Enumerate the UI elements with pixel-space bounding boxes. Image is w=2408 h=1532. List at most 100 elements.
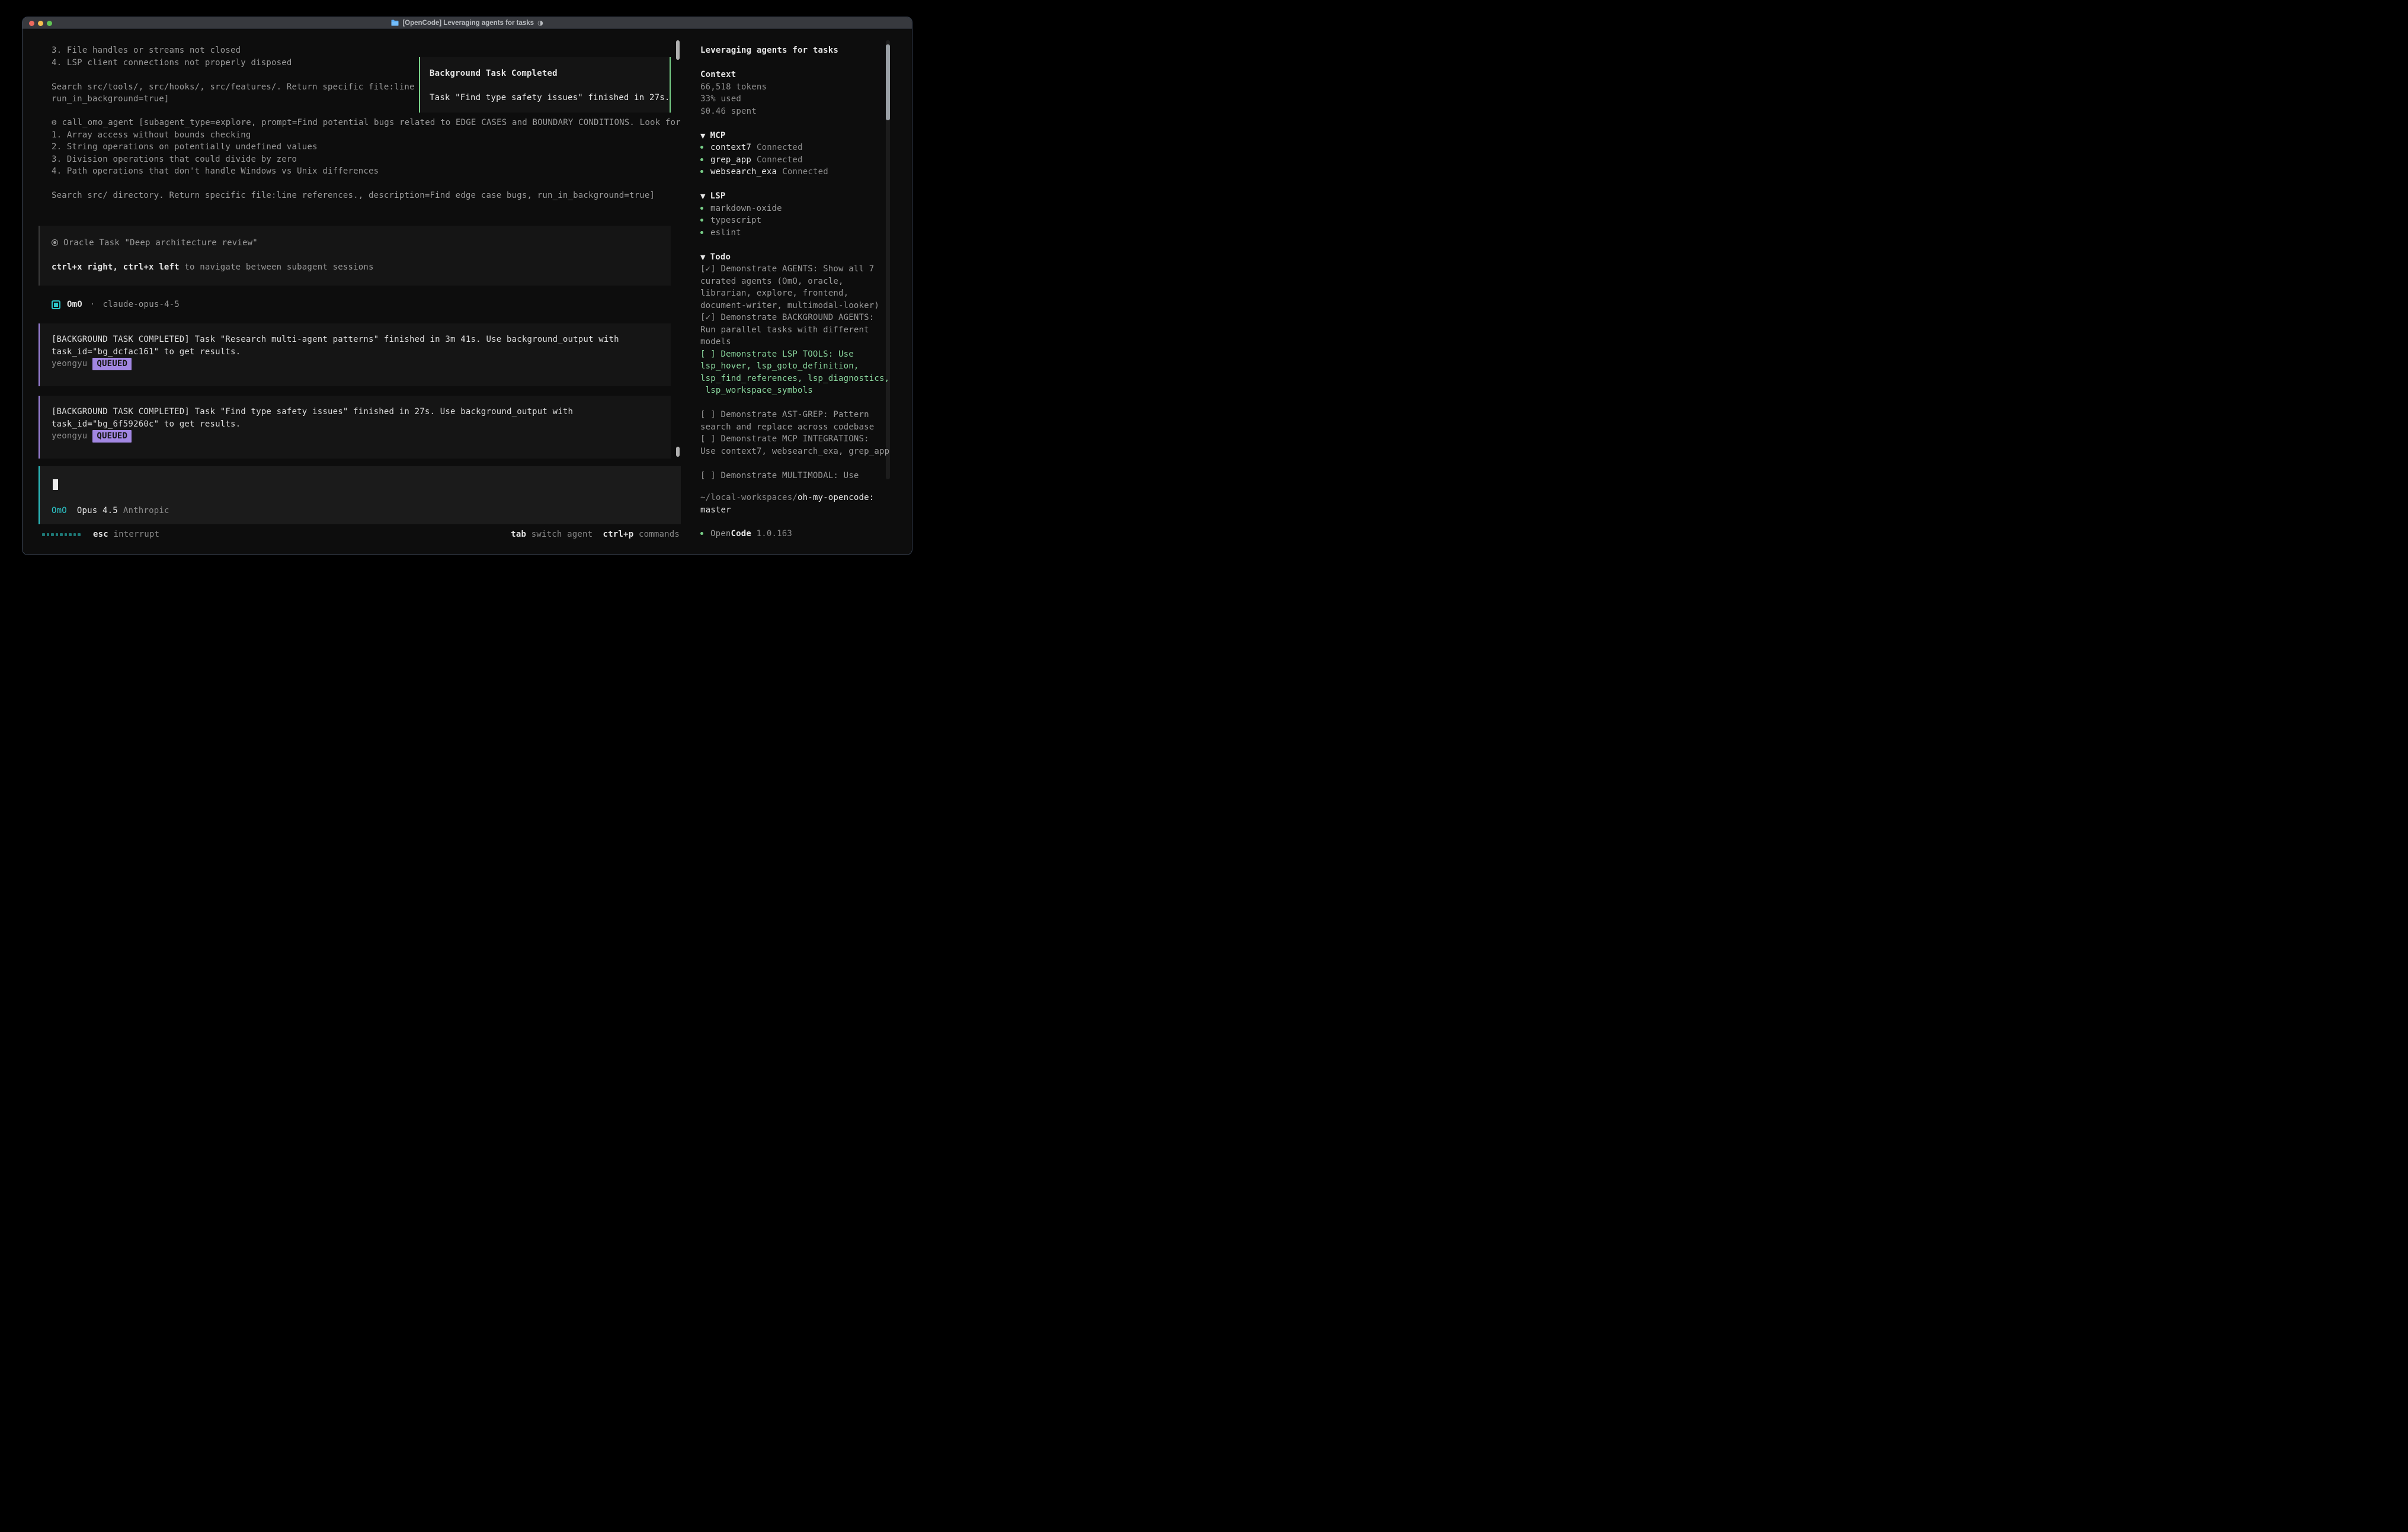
mcp-heading: MCP [710, 131, 726, 140]
oracle-hint-text: to navigate between subagent sessions [180, 262, 374, 272]
app-window: [OpenCode] Leveraging agents for tasks ◑… [22, 17, 912, 555]
lsp-item: markdown-oxide [700, 203, 897, 215]
message-line1: [BACKGROUND TASK COMPLETED] Task "Find t… [52, 406, 671, 418]
version-number: 1.0.163 [751, 529, 792, 539]
oracle-title: Oracle Task "Deep architecture review" [63, 238, 258, 248]
context-stats: 66,518 tokens33% used$0.46 spent [700, 81, 897, 118]
agent-name: OmO [67, 299, 82, 311]
shortcut-esc: esc interrupt [93, 528, 159, 541]
toast-title: Background Task Completed [430, 68, 661, 80]
terminal-content: 3. File handles or streams not closed4. … [23, 29, 912, 555]
status-badge: QUEUED [92, 358, 132, 370]
window-title: [OpenCode] Leveraging agents for tasks [402, 20, 534, 27]
agent-header: OmO · claude-opus-4-5 [52, 299, 180, 311]
workspace-path: ~/local-workspaces/oh-my-opencode: maste… [700, 492, 874, 516]
green-dot-icon [700, 528, 710, 540]
status-badge: QUEUED [92, 430, 132, 443]
brand-code: Code [731, 529, 752, 539]
toast-body: Task "Find type safety issues" finished … [430, 92, 661, 104]
section-todo[interactable]: ▼ Todo [700, 251, 897, 264]
background-task-toast: Background Task Completed Task "Find typ… [419, 57, 671, 113]
mcp-item: grep_app Connected [700, 154, 897, 166]
agent-separator: · [90, 299, 95, 311]
mcp-name: grep_app [710, 155, 751, 165]
message-author: yeongyu [52, 359, 87, 368]
todo-heading: Todo [710, 252, 731, 262]
folder-icon [391, 20, 399, 26]
oracle-task-panel: Oracle Task "Deep architecture review" c… [39, 226, 671, 286]
half-circle-icon: ◑ [537, 19, 543, 27]
agent-call-body: 1. Array access without bounds checking2… [52, 129, 681, 202]
message-line2: task_id="bg_6f59260c" to get results. [52, 418, 671, 431]
agent-model: claude-opus-4-5 [103, 299, 180, 311]
traffic-lights [29, 17, 52, 29]
brand-open: Open [710, 529, 731, 539]
message-meta: yeongyu QUEUED [52, 430, 671, 443]
todo-item-multimodal: [ ] Demonstrate MULTIMODAL: Use [700, 470, 897, 482]
app-version: OpenCode 1.0.163 [700, 528, 792, 540]
oracle-hint-keys: ctrl+x right, ctrl+x left [52, 262, 180, 272]
titlebar[interactable]: [OpenCode] Leveraging agents for tasks ◑ [23, 17, 912, 29]
collapse-triangle-icon: ▼ [700, 132, 706, 140]
agent-call-block: ⚙call_omo_agent [subagent_type=explore, … [52, 117, 681, 202]
chat-main: 3. File handles or streams not closed4. … [23, 29, 691, 555]
lsp-name: typescript [710, 216, 761, 225]
main-scrollbar-thumb-top[interactable] [676, 40, 680, 60]
green-dot-icon [700, 154, 710, 166]
todo-item-lsp-tools: [ ] Demonstrate LSP TOOLS: Uselsp_hover,… [700, 348, 897, 397]
input-model: Opus 4.5 [77, 506, 118, 515]
lsp-name: eslint [710, 228, 741, 238]
green-dot-icon [700, 214, 710, 227]
section-lsp[interactable]: ▼ LSP [700, 190, 897, 203]
mcp-status: Connected [757, 155, 803, 165]
mcp-status: Connected [782, 167, 828, 177]
main-scrollbar-thumb-bottom[interactable] [676, 447, 680, 457]
sidebar-flow: Leveraging agents for tasks Context 66,5… [700, 44, 897, 482]
green-dot-icon [700, 142, 710, 154]
git-branch: master [700, 504, 874, 517]
todo-item-mcp-integrations: [ ] Demonstrate MCP INTEGRATIONS:Use con… [700, 433, 897, 457]
todo-item-background-agents: [✓] Demonstrate BACKGROUND AGENTS:Run pa… [700, 312, 897, 348]
lsp-item: eslint [700, 227, 897, 239]
maximize-button[interactable] [47, 21, 52, 26]
mcp-name: websearch_exa [710, 167, 777, 177]
lsp-heading: LSP [710, 191, 726, 201]
minimize-button[interactable] [38, 21, 43, 26]
shortcut-right: tab switch agent ctrl+p commands [511, 528, 680, 541]
fisheye-icon [52, 239, 58, 246]
oracle-title-line: Oracle Task "Deep architecture review" [52, 237, 671, 249]
section-mcp[interactable]: ▼ MCP [700, 130, 897, 142]
todo-item-ast-grep: [ ] Demonstrate AST-GREP: Patternsearch … [700, 409, 897, 433]
green-dot-icon [700, 166, 710, 178]
message-meta: yeongyu QUEUED [52, 358, 671, 370]
activity-dots [42, 533, 81, 536]
message-task-typesafety: [BACKGROUND TASK COMPLETED] Task "Find t… [39, 396, 671, 459]
mcp-item: websearch_exa Connected [700, 166, 897, 178]
input-meta: OmO Opus 4.5 Anthropic [52, 505, 169, 517]
input-provider: Anthropic [123, 506, 169, 515]
agent-call-text: call_omo_agent [subagent_type=explore, p… [62, 118, 681, 127]
prompt-input[interactable]: OmO Opus 4.5 Anthropic [39, 466, 681, 524]
text-cursor [53, 479, 58, 490]
session-title: Leveraging agents for tasks [700, 44, 897, 57]
sidebar: Leveraging agents for tasks Context 66,5… [691, 29, 912, 555]
green-dot-icon [700, 203, 710, 215]
agent-call-line: ⚙call_omo_agent [subagent_type=explore, … [52, 117, 681, 129]
collapse-triangle-icon: ▼ [700, 254, 706, 261]
oracle-hint-line: ctrl+x right, ctrl+x left to navigate be… [52, 261, 671, 274]
mcp-item: context7 Connected [700, 142, 897, 154]
green-dot-icon [700, 227, 710, 239]
message-line2: task_id="bg_dcfac161" to get results. [52, 346, 671, 358]
input-agent: OmO [52, 506, 67, 515]
lsp-item: typescript [700, 214, 897, 227]
collapse-triangle-icon: ▼ [700, 193, 706, 200]
context-heading: Context [700, 69, 897, 81]
mcp-name: context7 [710, 143, 751, 152]
message-line1: [BACKGROUND TASK COMPLETED] Task "Resear… [52, 334, 671, 346]
title-group: [OpenCode] Leveraging agents for tasks ◑ [23, 19, 912, 27]
message-author: yeongyu [52, 431, 87, 441]
close-button[interactable] [29, 21, 34, 26]
message-task-research: [BACKGROUND TASK COMPLETED] Task "Resear… [39, 323, 671, 386]
mcp-status: Connected [757, 143, 803, 152]
scrollback-text: 3. File handles or streams not closed4. … [52, 44, 415, 105]
